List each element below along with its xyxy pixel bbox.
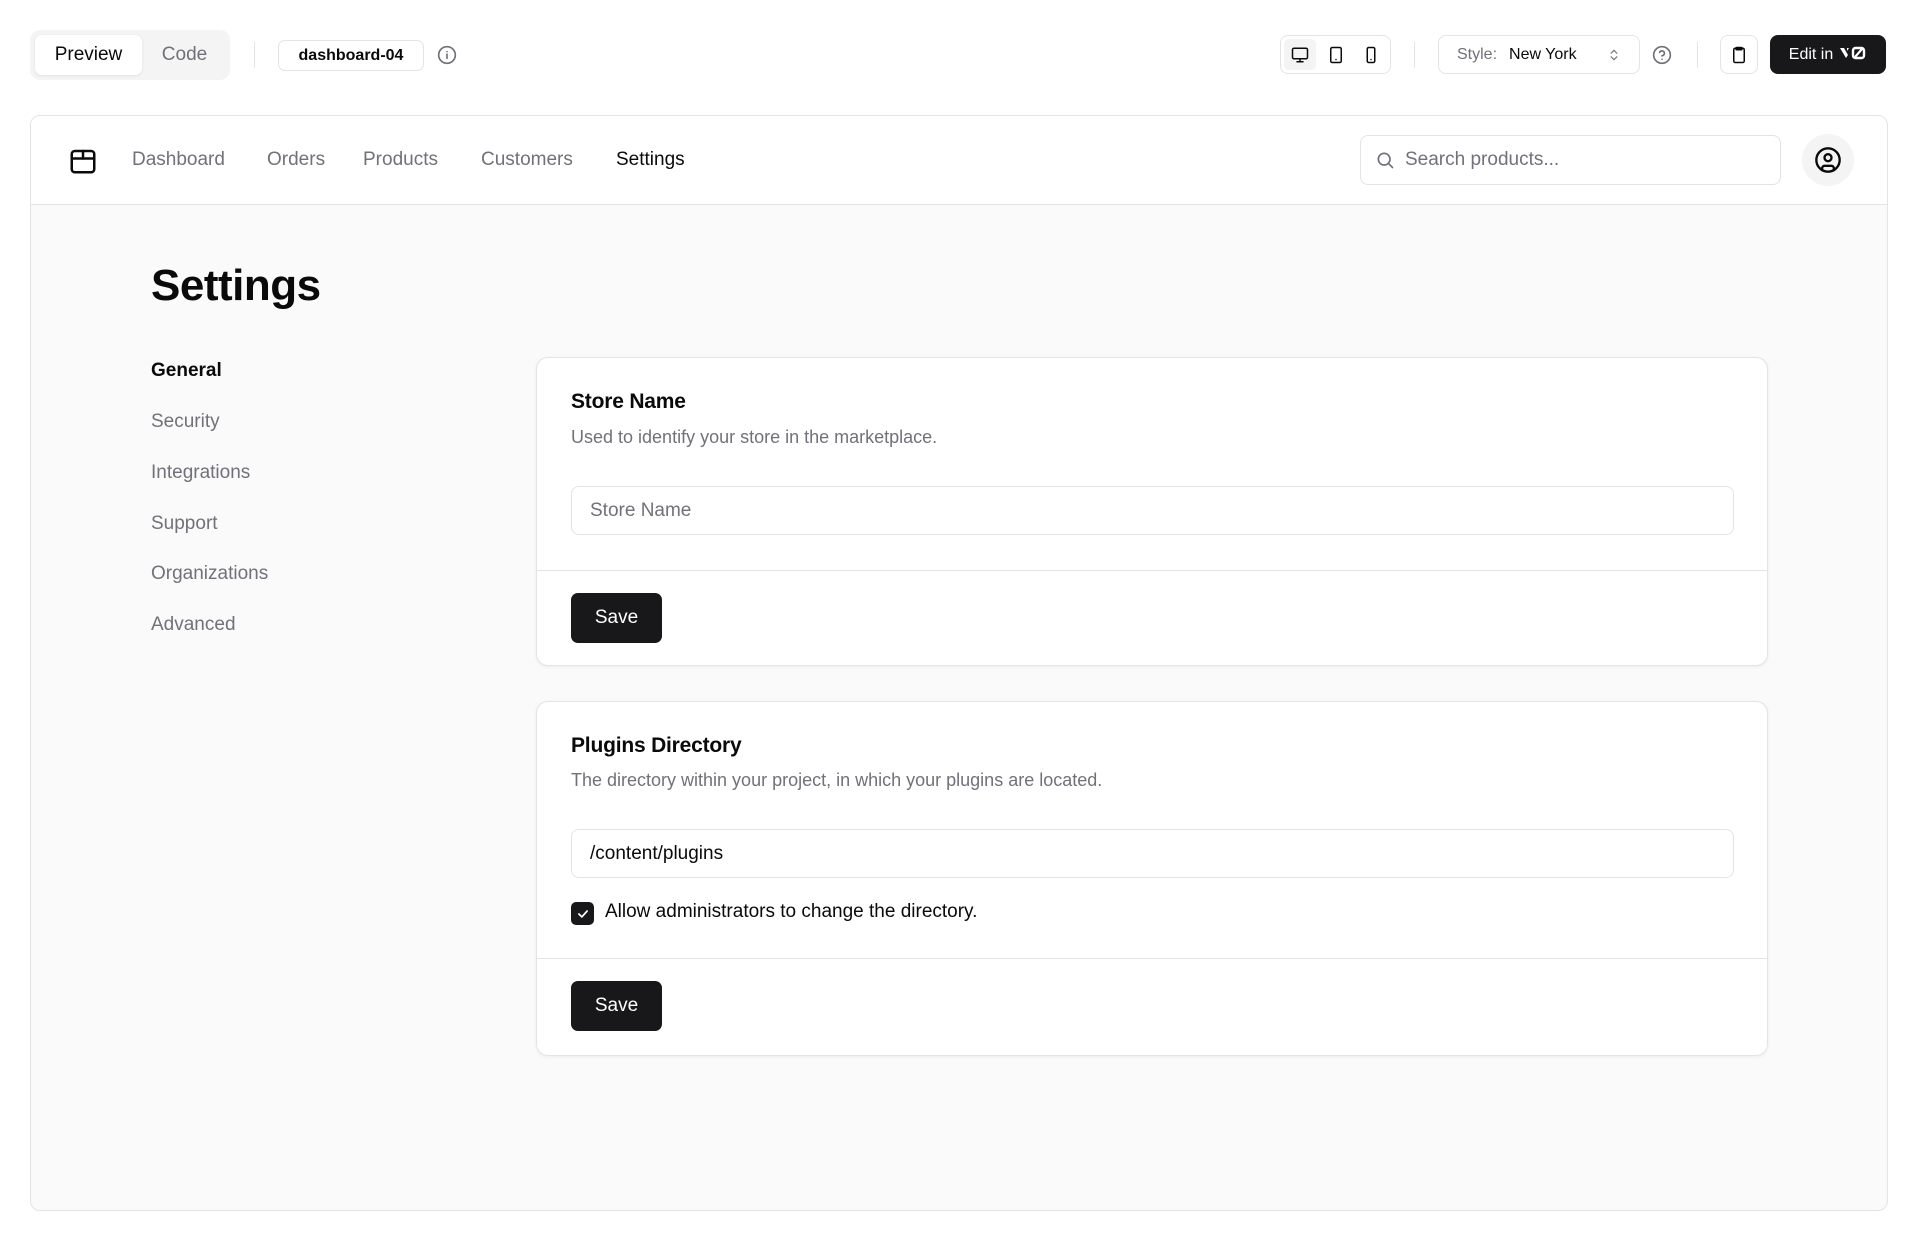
- info-icon[interactable]: [436, 44, 458, 66]
- nav-link-products[interactable]: Products: [363, 147, 438, 173]
- search-input[interactable]: [1405, 149, 1765, 171]
- help-circle-icon[interactable]: [1651, 44, 1673, 66]
- admin-change-checkbox[interactable]: [571, 902, 594, 925]
- save-button[interactable]: Save: [571, 593, 662, 643]
- card-title: Plugins Directory: [571, 734, 742, 757]
- checkbox-label[interactable]: Allow administrators to change the direc…: [605, 901, 977, 923]
- tablet-view-button[interactable]: [1320, 39, 1352, 70]
- card-description: Used to identify your store in the marke…: [571, 427, 938, 447]
- save-button[interactable]: Save: [571, 981, 662, 1031]
- nav-link-orders[interactable]: Orders: [267, 147, 325, 173]
- card-divider: [537, 570, 1767, 571]
- store-name-input[interactable]: [571, 486, 1734, 535]
- tab-preview[interactable]: Preview: [35, 35, 142, 75]
- nav-link-dashboard[interactable]: Dashboard: [132, 147, 225, 173]
- search-icon: [1377, 152, 1394, 169]
- phone-icon: [1366, 46, 1376, 63]
- card-title: Store Name: [571, 390, 686, 413]
- sidebar-item-advanced[interactable]: Advanced: [151, 614, 236, 636]
- style-value: New York: [1509, 45, 1577, 63]
- monitor-icon: [1291, 47, 1309, 62]
- toolbar-divider: [1697, 42, 1698, 68]
- style-label: Style:: [1457, 45, 1498, 63]
- desktop-view-button[interactable]: [1284, 39, 1316, 70]
- nav-link-customers[interactable]: Customers: [481, 147, 573, 173]
- v0-logo-icon: [1839, 45, 1867, 64]
- view-tabs: Preview Code: [30, 30, 230, 80]
- card-description: The directory within your project, in wh…: [571, 770, 1103, 790]
- tab-code[interactable]: Code: [144, 35, 225, 75]
- sidebar-item-integrations[interactable]: Integrations: [151, 462, 250, 484]
- mobile-view-button[interactable]: [1355, 39, 1387, 70]
- preview-frame: Dashboard Orders Products Customers Sett…: [30, 115, 1888, 1211]
- toolbar-divider: [1414, 42, 1415, 68]
- edit-in-v0-button[interactable]: Edit in: [1770, 35, 1886, 74]
- nav-link-settings[interactable]: Settings: [616, 147, 685, 173]
- sidebar-item-support[interactable]: Support: [151, 513, 218, 535]
- tablet-icon: [1329, 46, 1342, 63]
- user-circle-icon: [1815, 147, 1841, 173]
- sidebar-item-organizations[interactable]: Organizations: [151, 563, 268, 585]
- copy-button[interactable]: [1720, 35, 1758, 74]
- chevrons-up-down-icon: [1607, 48, 1621, 62]
- toolbar-divider: [254, 42, 255, 68]
- clipboard-icon: [1733, 46, 1745, 63]
- user-menu-button[interactable]: [1802, 134, 1854, 186]
- edit-label: Edit in: [1788, 45, 1834, 63]
- search-box: [1360, 135, 1781, 185]
- check-icon: [577, 909, 588, 918]
- device-toggle-group: [1280, 35, 1391, 74]
- sidebar-item-general[interactable]: General: [151, 360, 222, 382]
- page-title: Settings: [151, 261, 321, 310]
- store-name-card: Store Name Used to identify your store i…: [536, 357, 1768, 666]
- plugins-directory-card: Plugins Directory The directory within y…: [536, 701, 1768, 1056]
- top-nav: Dashboard Orders Products Customers Sett…: [31, 116, 1887, 205]
- style-select[interactable]: Style: New York: [1438, 35, 1640, 74]
- plugins-directory-input[interactable]: [571, 829, 1734, 878]
- card-divider: [537, 958, 1767, 959]
- package-icon[interactable]: [68, 146, 98, 176]
- block-name-badge: dashboard-04: [278, 40, 424, 71]
- sidebar-item-security[interactable]: Security: [151, 411, 220, 433]
